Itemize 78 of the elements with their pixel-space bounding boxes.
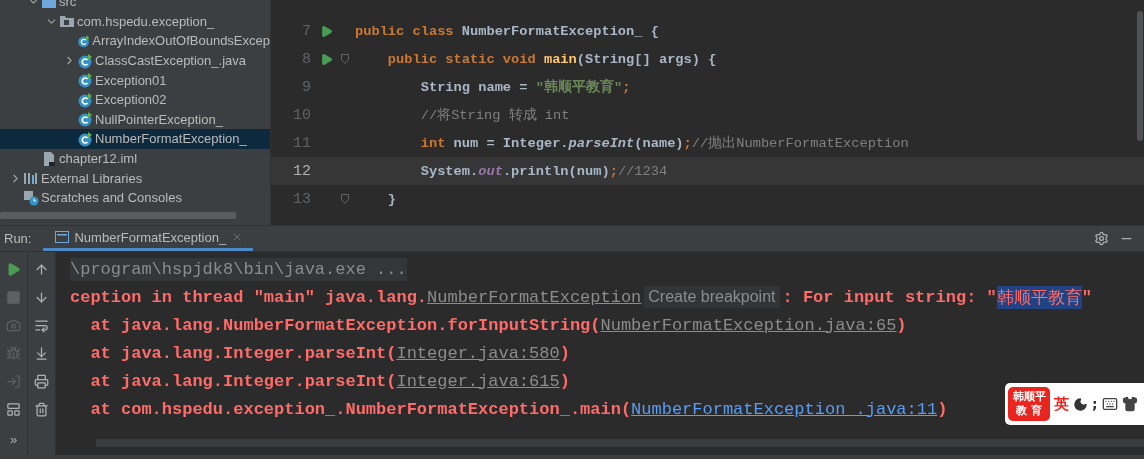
run-label: Run: xyxy=(4,231,32,246)
stack-trace-link[interactable]: NumberFormatException_.java:11 xyxy=(631,399,938,419)
run-tab[interactable]: NumberFormatException_ xyxy=(43,226,254,251)
class-icon xyxy=(77,72,93,89)
tree-item[interactable]: chapter12.iml xyxy=(0,148,270,169)
class-icon xyxy=(77,91,93,108)
print-icon[interactable] xyxy=(34,373,49,389)
console-text: \program\hspjdk8\bin\java.exe ... xyxy=(70,259,407,279)
tree-item[interactable]: src xyxy=(0,0,270,12)
console-text: ) xyxy=(559,343,570,363)
console-text: ception in thread "main" java.lang. xyxy=(70,287,428,307)
code-line: public static void main(String[] args) { xyxy=(386,51,717,67)
line-number: 8 xyxy=(301,50,311,68)
moon-icon[interactable] xyxy=(1073,396,1088,412)
code-line: public class NumberFormatException_ { xyxy=(355,23,659,39)
keyboard-icon[interactable] xyxy=(1101,396,1118,412)
run-icon[interactable] xyxy=(6,261,21,277)
console-text: at java.lang.Integer.parseInt( xyxy=(89,343,397,363)
punctuation-mode[interactable]: ; xyxy=(1092,396,1098,412)
tree-item[interactable]: Exception01 xyxy=(0,70,270,90)
logo: 韩顺平 教 育 xyxy=(1008,387,1050,421)
code-line: //将String 转成 int xyxy=(419,106,570,124)
tree-item[interactable]: com.hspedu.exception_ xyxy=(0,11,270,32)
line-number: 11 xyxy=(292,134,311,152)
tree-item[interactable]: Exception02 xyxy=(0,89,270,110)
layout-icon[interactable] xyxy=(6,401,21,417)
class-icon xyxy=(77,111,93,128)
code-line: } xyxy=(386,191,397,207)
folder-icon xyxy=(59,13,75,30)
library-icon xyxy=(23,170,39,187)
class-icon xyxy=(77,33,91,49)
scrollbar[interactable] xyxy=(0,212,236,219)
tree-item[interactable]: NullPointerException_ xyxy=(0,109,270,130)
fold-icon[interactable] xyxy=(341,194,349,204)
stack-trace-link[interactable]: NumberFormatException xyxy=(427,287,642,307)
stack-trace-link[interactable]: NumberFormatException.java:65 xyxy=(600,315,897,335)
console-text: : For input string: " xyxy=(782,287,997,307)
trash-icon[interactable] xyxy=(34,401,49,417)
stack-trace-link[interactable]: Integer.java:615 xyxy=(396,371,560,391)
class-icon xyxy=(77,52,93,69)
console-text: at com.hspedu.exception_.NumberFormatException_.main( xyxy=(89,399,632,419)
class-icon xyxy=(77,130,93,147)
line-number: 13 xyxy=(292,190,311,208)
console-text: ) xyxy=(559,371,570,391)
console-text: at java.lang.Integer.parseInt( xyxy=(89,371,397,391)
line-number: 10 xyxy=(292,106,311,124)
input-mode[interactable]: 英 xyxy=(1054,394,1069,414)
inlay-hint[interactable]: Create breakpoint xyxy=(644,286,780,308)
stack-trace-link[interactable]: Integer.java:580 xyxy=(396,343,560,363)
file-icon xyxy=(41,150,57,167)
selected-text: 韩顺平教育 xyxy=(996,285,1082,309)
line-number: 12 xyxy=(292,162,311,180)
tree-item[interactable]: ClassCastException_.java xyxy=(0,50,270,71)
line-number: 7 xyxy=(301,22,311,40)
line-number: 9 xyxy=(301,78,311,96)
down-arrow-icon[interactable] xyxy=(34,289,49,305)
code-line: int num = Integer.parseInt(name);//抛出NumberFormatException xyxy=(419,134,909,152)
console-icon xyxy=(55,231,70,243)
scroll-to-end-icon[interactable] xyxy=(34,345,49,361)
shirt-icon[interactable] xyxy=(1121,396,1138,412)
wrap-icon[interactable] xyxy=(34,317,49,333)
console-text: at java.lang.NumberFormatException.forInputString( xyxy=(89,315,601,335)
more-button[interactable]: » xyxy=(9,432,18,447)
run-icon[interactable] xyxy=(319,24,333,38)
tree-item[interactable]: ArrayIndexOutOfBoundsExcep xyxy=(0,31,270,51)
fold-icon[interactable] xyxy=(341,54,349,64)
settings-icon[interactable] xyxy=(1094,231,1109,246)
scrollbar[interactable] xyxy=(1137,11,1143,141)
run-icon[interactable] xyxy=(319,52,333,66)
console-text: ) xyxy=(937,399,948,419)
tree-item[interactable]: External Libraries xyxy=(0,168,270,188)
console-text: ) xyxy=(896,315,907,335)
tree-item[interactable]: NumberFormatException_ xyxy=(0,129,270,149)
scratches-icon xyxy=(23,189,39,206)
tree-item[interactable]: Scratches and Consoles xyxy=(0,187,270,208)
code-line: String name = "韩顺平教育"; xyxy=(419,78,631,96)
console-text: " xyxy=(1081,287,1092,307)
code-line: System.out.println(num);//1234 xyxy=(419,163,668,179)
